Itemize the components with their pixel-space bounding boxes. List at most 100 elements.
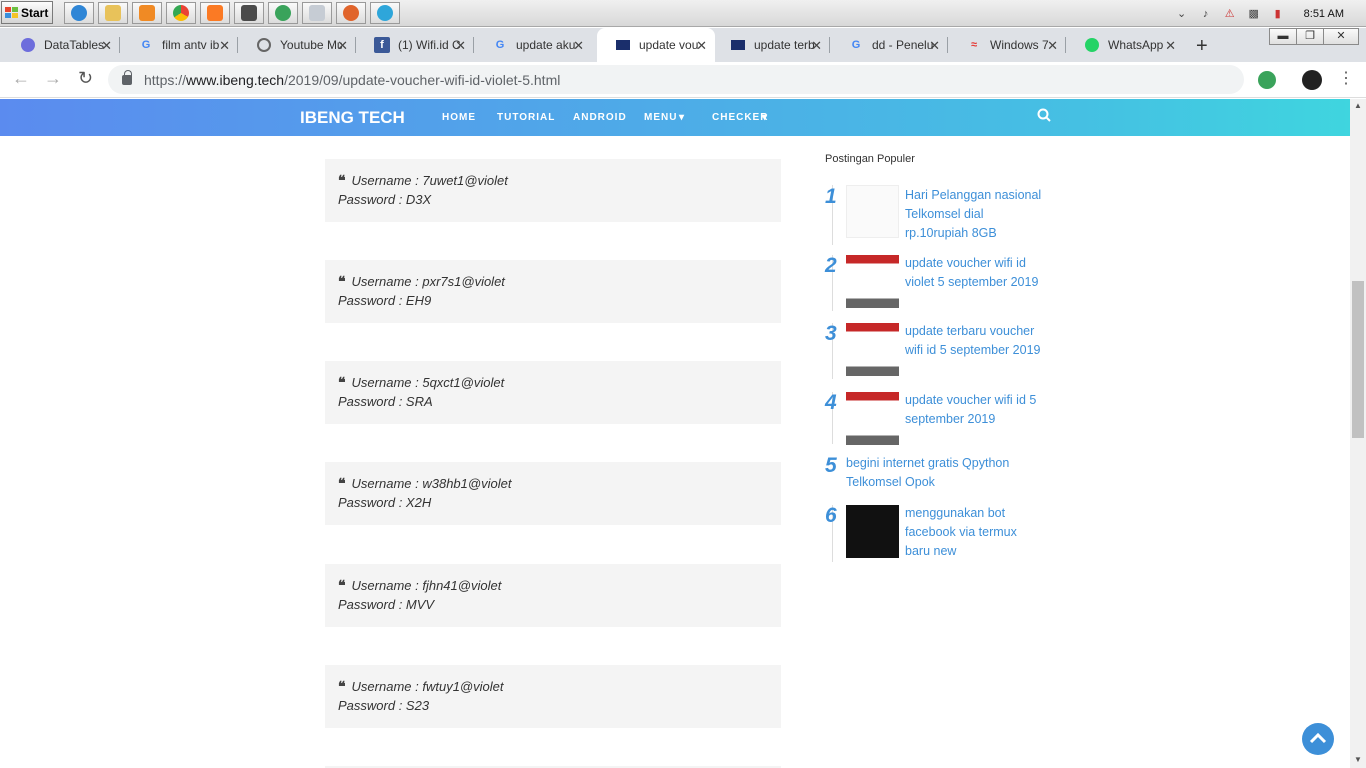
tab-windows-7[interactable]: ≈ Windows 7 ✕: [948, 28, 1066, 62]
close-icon[interactable]: ✕: [455, 38, 466, 54]
internet-explorer-icon[interactable]: [64, 2, 94, 24]
tab-update-voucher[interactable]: update vou ✕: [597, 28, 715, 62]
post-title-link[interactable]: begini internet gratis Qpython Telkomsel…: [846, 454, 1046, 492]
post-title-link[interactable]: update terbaru voucher wifi id 5 septemb…: [905, 322, 1050, 360]
scroll-down-icon[interactable]: ▼: [1354, 755, 1362, 764]
volume-icon[interactable]: ♪: [1198, 6, 1214, 22]
url-prefix: https://: [144, 71, 187, 88]
menu-android[interactable]: ANDROID: [573, 112, 627, 123]
quote-icon: ❝: [338, 374, 346, 390]
close-icon[interactable]: ✕: [1165, 38, 1176, 54]
tab-datatables[interactable]: DataTables ✕: [2, 28, 120, 62]
close-icon[interactable]: ✕: [1047, 38, 1058, 54]
voucher-quote: ❝ Username : 7uwet1@violet Password : D3X: [325, 159, 781, 222]
close-icon[interactable]: ✕: [101, 38, 112, 54]
browser-toolbar: ← → ↻ https://www.ibeng.tech/2019/09/upd…: [0, 62, 1366, 98]
post-thumbnail[interactable]: [846, 323, 899, 376]
telegram-icon[interactable]: [370, 2, 400, 24]
site-brand[interactable]: IBENG TECH: [300, 108, 405, 128]
voucher-password: Password : D3X: [338, 192, 432, 207]
firefox-icon[interactable]: [336, 2, 366, 24]
post-title-link[interactable]: Hari Pelanggan nasional Telkomsel dial r…: [905, 186, 1050, 243]
close-icon[interactable]: ✕: [573, 38, 584, 54]
close-icon[interactable]: ✕: [811, 38, 822, 54]
voucher-password: Password : S23: [338, 698, 430, 713]
signal-icon[interactable]: ▩: [1246, 6, 1262, 22]
close-window-button[interactable]: ✕: [1323, 28, 1359, 45]
menu-checker[interactable]: CHECKER: [712, 112, 768, 123]
new-tab-button[interactable]: +: [1196, 35, 1208, 58]
search-icon[interactable]: [1037, 108, 1051, 122]
window-icon[interactable]: [302, 2, 332, 24]
page-scrollbar[interactable]: ▲ ▼: [1350, 99, 1366, 768]
post-thumbnail[interactable]: [846, 392, 899, 445]
menu-tutorial[interactable]: TUTORIAL: [497, 112, 555, 123]
tab-wifi-id-facebook[interactable]: f (1) Wifi.id C ✕: [356, 28, 474, 62]
tab-youtube[interactable]: Youtube Mu ✕: [238, 28, 356, 62]
tab-update-terbaru[interactable]: update terb ✕: [712, 28, 830, 62]
tab-title: update aku: [516, 38, 576, 52]
tab-whatsapp[interactable]: WhatsApp ✕: [1066, 28, 1184, 62]
google-icon: G: [495, 39, 505, 51]
post-rank: 2: [825, 254, 837, 277]
scrollbar-thumb[interactable]: [1352, 281, 1364, 438]
popular-posts-title: Postingan Populer: [825, 153, 915, 165]
xampp-icon[interactable]: [200, 2, 230, 24]
voucher-quote: ❝ Username : w38hb1@violet Password : X2H: [325, 462, 781, 525]
globe-icon: [256, 37, 272, 53]
voucher-quote: ❝ Username : 5qxct1@violet Password : SRA: [325, 361, 781, 424]
battery-icon[interactable]: ▮: [1270, 6, 1286, 22]
url-host: www.ibeng.tech: [186, 71, 285, 88]
post-thumbnail[interactable]: [846, 255, 899, 308]
close-icon[interactable]: ✕: [696, 38, 707, 54]
chrome-icon[interactable]: [166, 2, 196, 24]
sublime-text-icon[interactable]: [234, 2, 264, 24]
network-globe-icon[interactable]: [268, 2, 298, 24]
post-rank: 1: [825, 185, 837, 208]
close-icon[interactable]: ✕: [219, 38, 230, 54]
close-icon[interactable]: ✕: [337, 38, 348, 54]
post-title-link[interactable]: menggunakan bot facebook via termux baru…: [905, 504, 1040, 561]
back-arrow-icon[interactable]: ←: [12, 68, 30, 89]
tab-film-antv[interactable]: G film antv ib ✕: [120, 28, 238, 62]
tab-title: update vou: [639, 38, 699, 52]
more-menu-icon[interactable]: ⋮: [1338, 68, 1354, 88]
reload-icon[interactable]: ↻: [78, 68, 93, 89]
post-title-link[interactable]: update voucher wifi id 5 september 2019: [905, 391, 1050, 429]
tab-update-aku[interactable]: G update aku ✕: [474, 28, 592, 62]
taskbar: Start ⌄ ♪ ⚠ ▩ ▮ 8:51 AM: [0, 0, 1366, 27]
back-to-top-button[interactable]: [1302, 723, 1334, 755]
datatables-icon: [20, 37, 36, 53]
voucher-username: Username : fjhn41@violet: [351, 578, 502, 593]
clock[interactable]: 8:51 AM: [1304, 8, 1344, 20]
quote-icon: ❝: [338, 475, 346, 491]
url-path: /2019/09/update-voucher-wifi-id-violet-5…: [284, 71, 561, 88]
close-icon[interactable]: ✕: [929, 38, 940, 54]
caret-down-icon[interactable]: ▾: [762, 112, 768, 123]
menu-home[interactable]: HOME: [442, 112, 476, 123]
forward-arrow-icon[interactable]: →: [44, 68, 62, 89]
tab-dd-penelusuran[interactable]: G dd - Penelu ✕: [830, 28, 948, 62]
security-alert-icon[interactable]: ⚠: [1222, 6, 1238, 22]
avatar[interactable]: [1302, 70, 1322, 90]
media-player-icon[interactable]: [132, 2, 162, 24]
post-rank: 5: [825, 454, 837, 477]
voucher-username: Username : w38hb1@violet: [351, 476, 512, 491]
scroll-up-icon[interactable]: ▲: [1354, 101, 1362, 110]
windows-logo-icon: [5, 7, 18, 18]
post-thumbnail[interactable]: [846, 505, 899, 558]
menu-menu[interactable]: MENU: [644, 112, 677, 123]
caret-down-icon[interactable]: ▾: [679, 112, 685, 123]
minimize-button[interactable]: ▬: [1269, 28, 1297, 45]
post-thumbnail[interactable]: [846, 185, 899, 238]
post-title-link[interactable]: update voucher wifi id violet 5 septembe…: [905, 254, 1045, 292]
restore-button[interactable]: ❐: [1296, 28, 1324, 45]
extension-globe-icon[interactable]: [1258, 71, 1276, 89]
voucher-password: Password : MVV: [338, 597, 435, 612]
voucher-quote: ❝ Username : fwtuy1@violet Password : S23: [325, 665, 781, 728]
start-button[interactable]: Start: [1, 1, 53, 24]
chevron-down-icon[interactable]: ⌄: [1174, 6, 1190, 22]
address-bar[interactable]: https://www.ibeng.tech/2019/09/update-vo…: [108, 65, 1244, 94]
tab-title: WhatsApp: [1108, 38, 1164, 52]
file-explorer-icon[interactable]: [98, 2, 128, 24]
